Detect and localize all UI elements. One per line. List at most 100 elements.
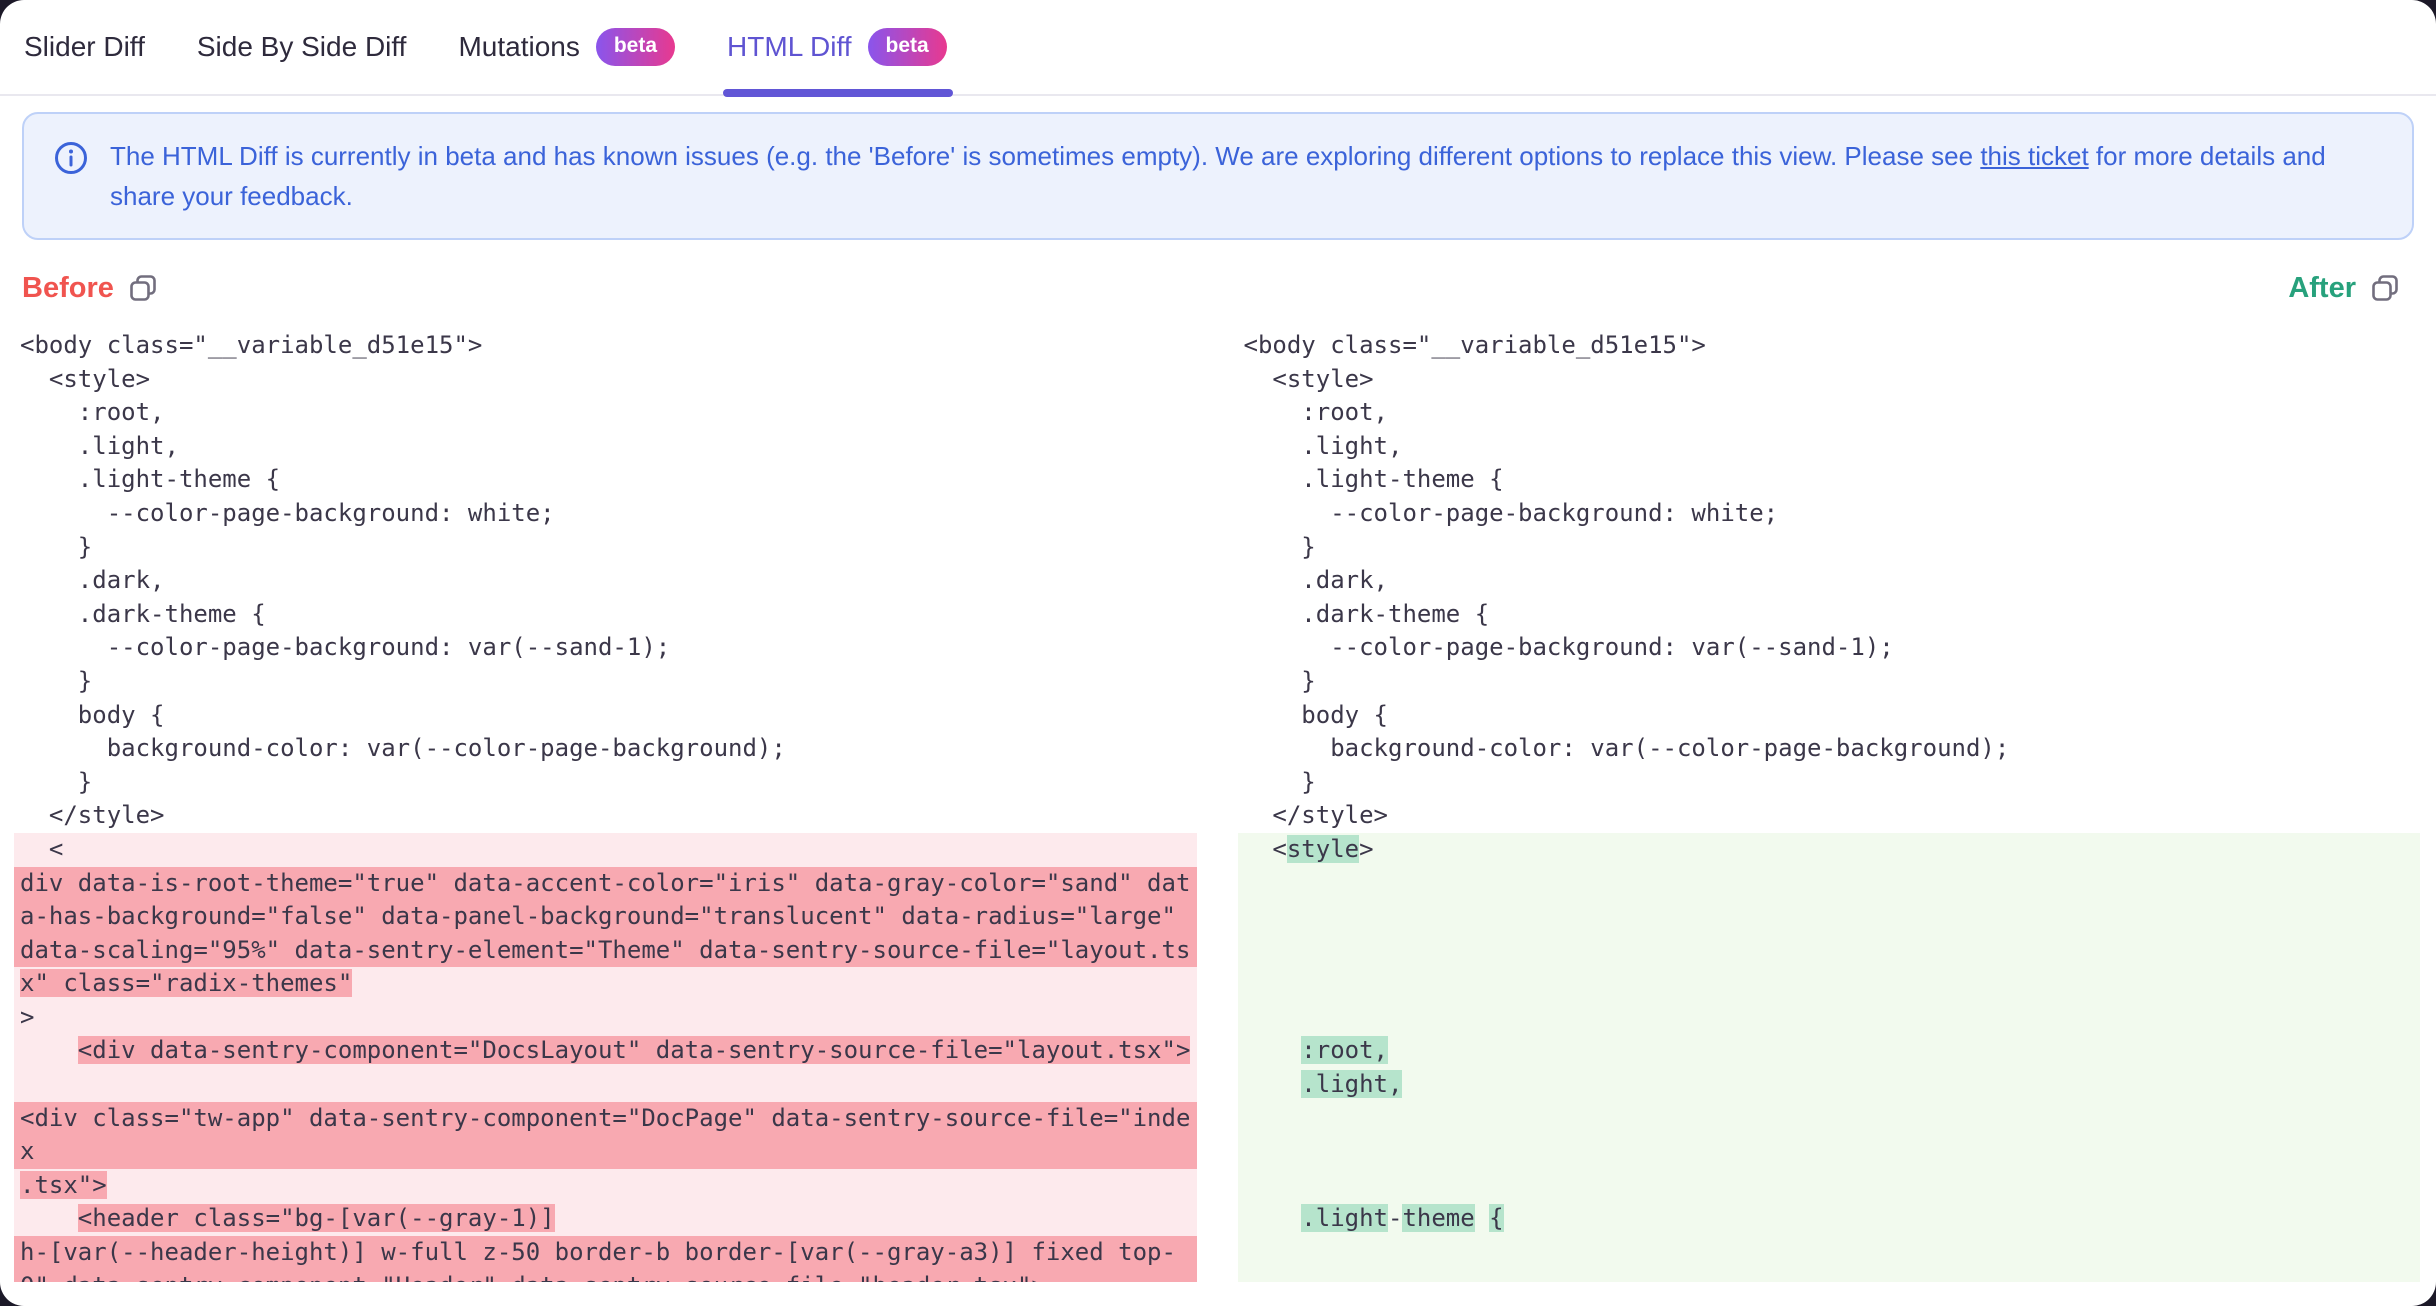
code-text: .dark-theme { xyxy=(20,600,266,628)
code-text xyxy=(1244,1036,1302,1064)
code-text xyxy=(1475,1204,1489,1232)
code-line: .light-theme { xyxy=(14,463,1197,497)
code-text: --color-page-background: white; xyxy=(20,499,555,527)
code-line xyxy=(1238,1236,2421,1270)
code-text: --color-page-background: var(--sand-1); xyxy=(1244,633,1894,661)
code-line: body { xyxy=(1238,699,2421,733)
code-line: <style> xyxy=(1238,833,2421,867)
code-text: </style> xyxy=(20,801,165,829)
code-text: .light-theme { xyxy=(1244,465,1504,493)
code-text: div data-is-root-theme="true" data-accen… xyxy=(20,869,1190,897)
code-text: --color-page-background: white; xyxy=(1244,499,1779,527)
code-text: a-has-background="false" data-panel-back… xyxy=(20,902,1176,930)
code-text: < xyxy=(1244,835,1287,863)
code-text: x xyxy=(20,1137,34,1165)
code-line: :root, xyxy=(1238,1034,2421,1068)
code-line: div data-is-root-theme="true" data-accen… xyxy=(14,867,1197,901)
tab-label: HTML Diff xyxy=(727,31,851,63)
tab-mutations[interactable]: Mutations beta xyxy=(458,0,675,95)
code-text: > xyxy=(1359,835,1373,863)
code-line: h-[var(--header-height)] w-full z-50 bor… xyxy=(14,1236,1197,1270)
banner-text-start: The HTML Diff is currently in beta and h… xyxy=(110,141,1980,171)
code-line: :root, xyxy=(14,396,1197,430)
code-text: </style> xyxy=(1244,801,1389,829)
code-line: } xyxy=(1238,665,2421,699)
code-text: < xyxy=(20,835,63,863)
code-line xyxy=(1238,1102,2421,1136)
code-line xyxy=(1238,1001,2421,1035)
code-line: </style> xyxy=(14,799,1197,833)
code-line: --color-page-background: white; xyxy=(14,497,1197,531)
code-line: x" class="radix-themes" xyxy=(14,967,1197,1001)
code-line: data-scaling="95%" data-sentry-element="… xyxy=(14,934,1197,968)
code-text: } xyxy=(1244,768,1316,796)
code-text: } xyxy=(1244,667,1316,695)
code-text: } xyxy=(20,533,92,561)
code-line: <header class="bg-[var(--gray-1)] xyxy=(14,1202,1197,1236)
code-line: .light-theme { xyxy=(1238,463,2421,497)
tab-label: Mutations xyxy=(458,31,579,63)
tab-slider-diff[interactable]: Slider Diff xyxy=(24,0,145,95)
code-line xyxy=(1238,1270,2421,1282)
diff-highlight-segment: :root, xyxy=(1301,1036,1388,1064)
code-text: <div class="tw-app" data-sentry-componen… xyxy=(20,1104,1190,1132)
code-text: <body class="__variable_d51e15"> xyxy=(20,331,482,359)
code-text: background-color: var(--color-page-backg… xyxy=(20,734,786,762)
code-line: <style> xyxy=(1238,363,2421,397)
code-text xyxy=(1244,1070,1302,1098)
code-text: .light, xyxy=(20,432,179,460)
copy-icon xyxy=(128,273,158,303)
code-line: x xyxy=(14,1135,1197,1169)
code-line: } xyxy=(1238,531,2421,565)
code-line: } xyxy=(14,665,1197,699)
code-line: } xyxy=(14,531,1197,565)
code-line: .dark, xyxy=(14,564,1197,598)
code-text xyxy=(20,1036,78,1064)
code-text: } xyxy=(20,768,92,796)
code-text: background-color: var(--color-page-backg… xyxy=(1244,734,2010,762)
active-tab-indicator xyxy=(723,89,953,97)
code-line: .tsx"> xyxy=(14,1169,1197,1203)
code-text: <style> xyxy=(20,365,150,393)
diff-highlight-segment: .tsx"> xyxy=(20,1171,107,1199)
diff-highlight-segment: { xyxy=(1489,1204,1503,1232)
tab-bar: Slider Diff Side By Side Diff Mutations … xyxy=(0,0,2436,96)
code-line: .dark, xyxy=(1238,564,2421,598)
code-line: 0" data-sentry-component="Header" data-s… xyxy=(14,1270,1197,1282)
code-line xyxy=(1238,1169,2421,1203)
code-text: --color-page-background: var(--sand-1); xyxy=(20,633,670,661)
copy-after-button[interactable] xyxy=(2370,273,2400,303)
code-line: :root, xyxy=(1238,396,2421,430)
code-line: } xyxy=(14,766,1197,800)
code-line: <div data-sentry-component="DocsLayout" … xyxy=(14,1034,1197,1068)
tab-label: Side By Side Diff xyxy=(197,31,407,63)
after-header: After xyxy=(2288,272,2400,305)
banner-text: The HTML Diff is currently in beta and h… xyxy=(110,136,2382,216)
code-text: body { xyxy=(1244,701,1389,729)
beta-badge: beta xyxy=(868,28,947,65)
code-line: > xyxy=(14,1001,1197,1035)
code-line xyxy=(1238,967,2421,1001)
tab-label: Slider Diff xyxy=(24,31,145,63)
beta-warning-banner: The HTML Diff is currently in beta and h… xyxy=(22,112,2414,240)
diff-highlight-segment: <div data-sentry-component="DocsLayout" … xyxy=(78,1036,1191,1064)
before-header: Before xyxy=(22,272,158,305)
ticket-link[interactable]: this ticket xyxy=(1980,141,2088,171)
info-icon xyxy=(54,141,88,175)
code-line: --color-page-background: var(--sand-1); xyxy=(14,631,1197,665)
code-line: a-has-background="false" data-panel-back… xyxy=(14,900,1197,934)
code-text: .light, xyxy=(1244,432,1403,460)
code-line xyxy=(1238,1135,2421,1169)
code-text: } xyxy=(20,667,92,695)
copy-icon xyxy=(2370,273,2400,303)
code-text: .dark, xyxy=(1244,566,1389,594)
code-line: .dark-theme { xyxy=(1238,598,2421,632)
code-line: .light, xyxy=(1238,1068,2421,1102)
code-text xyxy=(1244,1204,1302,1232)
beta-badge: beta xyxy=(596,28,675,65)
after-code-panel: <body class="__variable_d51e15"> <style>… xyxy=(1238,329,2421,1282)
code-text: > xyxy=(20,1003,34,1031)
copy-before-button[interactable] xyxy=(128,273,158,303)
tab-side-by-side-diff[interactable]: Side By Side Diff xyxy=(197,0,407,95)
tab-html-diff[interactable]: HTML Diff beta xyxy=(727,0,947,95)
